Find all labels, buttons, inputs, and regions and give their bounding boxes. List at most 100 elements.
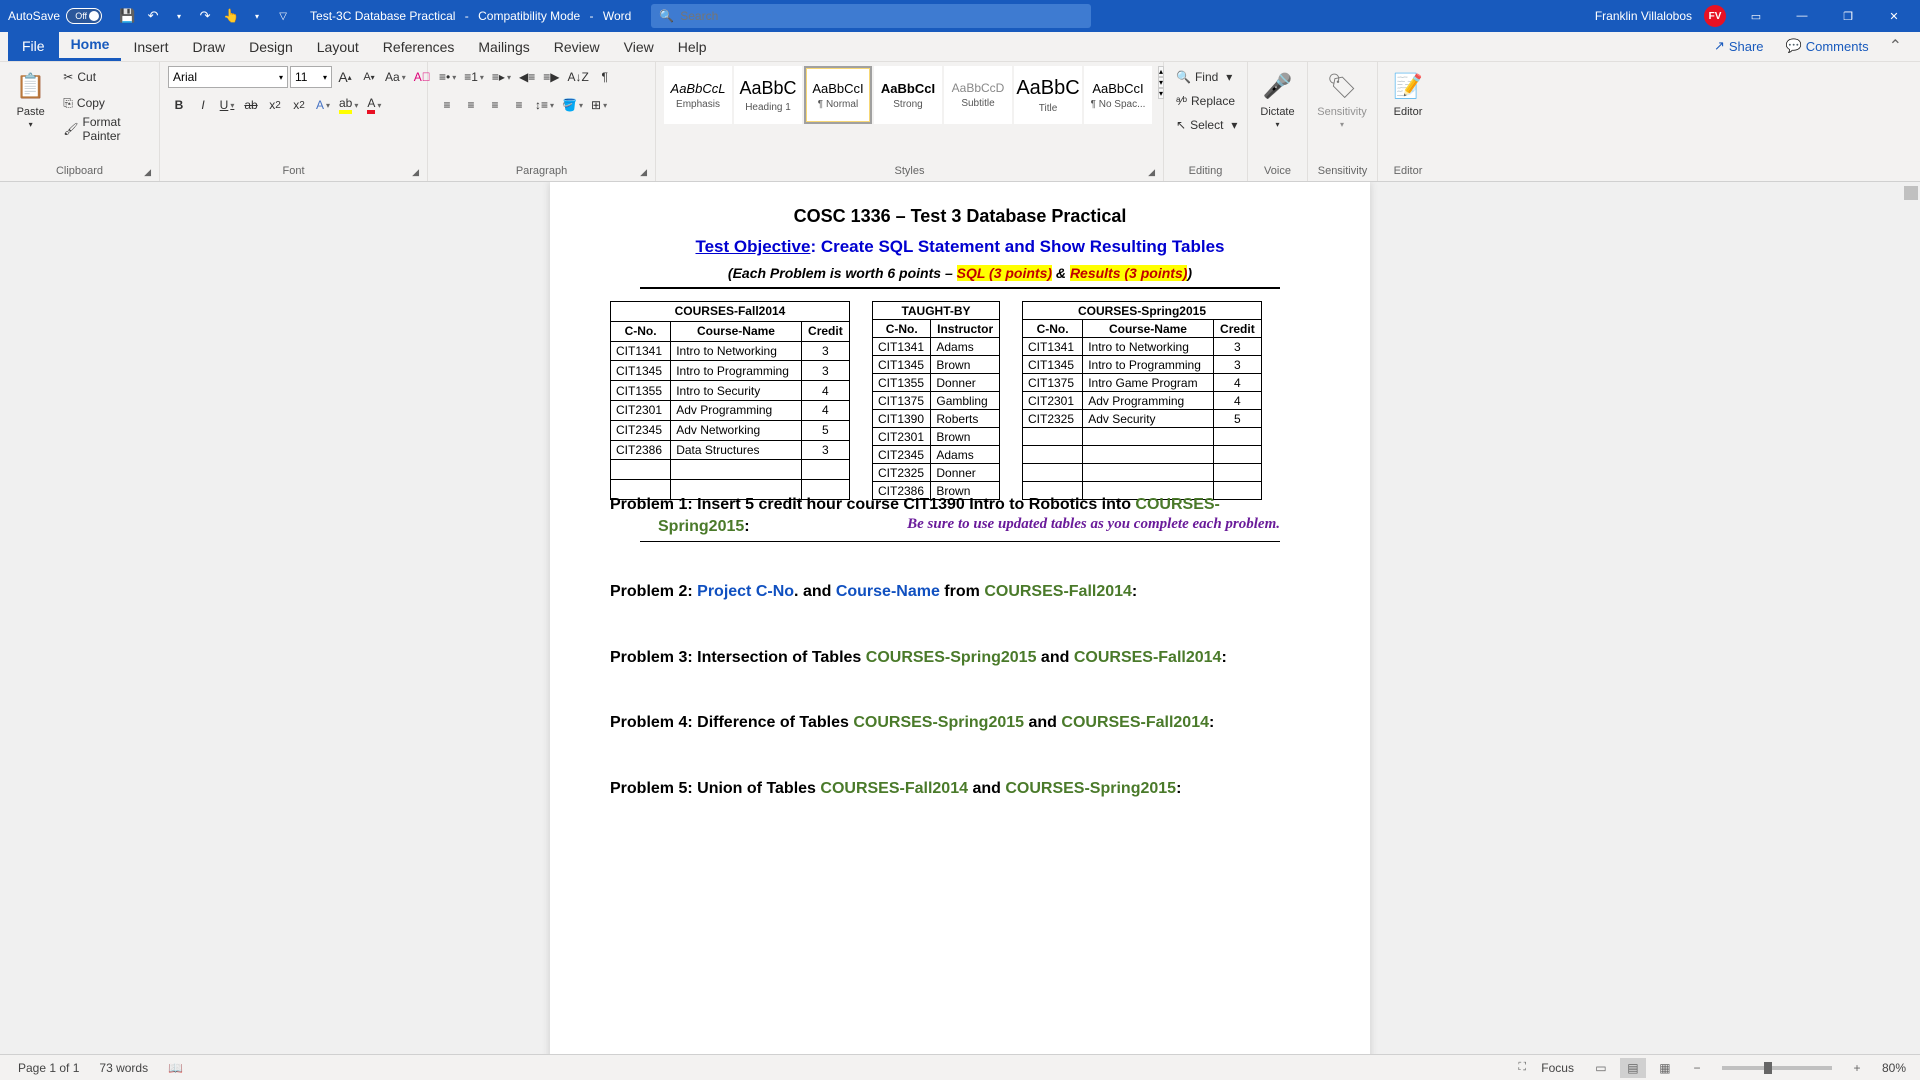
tab-review[interactable]: Review [542,33,612,61]
touch-caret[interactable]: ▾ [246,5,268,27]
replace-button[interactable]: ᵃ⁄ᵇReplace [1172,90,1239,112]
save-icon[interactable]: 💾 [116,5,138,27]
paragraph-launcher-icon[interactable]: ◢ [640,167,647,178]
superscript-icon[interactable]: x2 [288,94,310,116]
sensitivity-button[interactable]: 🏷Sensitivity▾ [1316,66,1368,134]
read-mode-icon[interactable]: ▭ [1588,1058,1614,1078]
undo-icon[interactable]: ↶ [142,5,164,27]
change-case-icon[interactable]: Aa▾ [382,66,409,88]
styles-launcher-icon[interactable]: ◢ [1148,167,1155,178]
comments-button[interactable]: 💬Comments [1776,31,1879,61]
style-title[interactable]: AaBbCTitle [1014,66,1082,124]
tab-design[interactable]: Design [237,33,305,61]
tab-home[interactable]: Home [59,30,122,61]
cut-button[interactable]: ✂Cut [59,66,151,88]
search-input[interactable] [680,9,1083,23]
undo-caret[interactable]: ▾ [168,5,190,27]
find-button[interactable]: 🔍Find▾ [1172,66,1236,88]
autosave-toggle[interactable]: AutoSave Off [0,8,110,24]
document-title: Test-3C Database Practical - Compatibili… [310,9,631,23]
editor-button[interactable]: 📝Editor [1386,66,1430,122]
increase-indent-icon[interactable]: ≡▶ [540,66,562,88]
tab-layout[interactable]: Layout [305,33,371,61]
show-marks-icon[interactable]: ¶ [594,66,616,88]
focus-label[interactable]: Focus [1541,1061,1574,1075]
vertical-scrollbar[interactable] [1902,182,1920,1054]
microphone-icon: 🎤 [1262,70,1294,102]
style-emphasis[interactable]: AaBbCcLEmphasis [664,66,732,124]
table-taught-by: TAUGHT-BYC-No.InstructorCIT1341AdamsCIT1… [872,301,1000,500]
underline-icon[interactable]: U▾ [216,94,238,116]
tab-insert[interactable]: Insert [121,33,180,61]
style-heading1[interactable]: AaBbCHeading 1 [734,66,802,124]
sort-icon[interactable]: A↓Z [564,66,591,88]
font-launcher-icon[interactable]: ◢ [412,167,419,178]
search-box[interactable]: 🔍 [651,4,1091,28]
tab-draw[interactable]: Draw [180,33,237,61]
qat-customize-icon[interactable]: ▽ [272,5,294,27]
shrink-font-icon[interactable]: A▾ [358,66,380,88]
bullets-icon[interactable]: ≡•▾ [436,66,459,88]
focus-mode-button[interactable]: ⛶ [1509,1058,1535,1078]
tab-view[interactable]: View [612,33,666,61]
maximize-icon[interactable]: ❐ [1826,0,1870,32]
align-center-icon[interactable]: ≡ [460,94,482,116]
style-gallery[interactable]: AaBbCcLEmphasisAaBbCHeading 1AaBbCcI¶ No… [664,66,1152,124]
status-words[interactable]: 73 words [89,1061,158,1075]
minimize-icon[interactable]: ― [1780,0,1824,32]
tab-mailings[interactable]: Mailings [466,33,541,61]
collapse-ribbon-icon[interactable]: ⌃ [1881,31,1910,61]
font-name-select[interactable]: Arial▾ [168,66,288,88]
italic-icon[interactable]: I [192,94,214,116]
font-color-icon[interactable]: A▾ [363,94,385,116]
spellcheck-icon[interactable]: 📖 [158,1061,193,1075]
zoom-out-icon[interactable]: − [1684,1058,1710,1078]
text-effects-icon[interactable]: A▾ [312,94,334,116]
avatar[interactable]: FV [1704,5,1726,27]
ribbon-display-icon[interactable]: ▭ [1734,0,1778,32]
zoom-in-icon[interactable]: + [1844,1058,1870,1078]
zoom-slider[interactable] [1722,1066,1832,1070]
copy-button[interactable]: ⎘Copy [59,92,151,114]
dictate-button[interactable]: 🎤Dictate▾ [1256,66,1299,134]
style-nospac[interactable]: AaBbCcI¶ No Spac... [1084,66,1152,124]
tab-file[interactable]: File [8,31,59,61]
close-icon[interactable]: ✕ [1872,0,1916,32]
align-right-icon[interactable]: ≡ [484,94,506,116]
style-strong[interactable]: AaBbCcIStrong [874,66,942,124]
share-button[interactable]: ↗Share [1704,31,1774,61]
align-left-icon[interactable]: ≡ [436,94,458,116]
borders-icon[interactable]: ⊞▾ [588,94,610,116]
select-button[interactable]: ↖Select▾ [1172,114,1241,136]
decrease-indent-icon[interactable]: ◀≡ [516,66,538,88]
user-name[interactable]: Franklin Villalobos [1595,9,1692,23]
share-icon: ↗ [1714,38,1725,54]
strikethrough-icon[interactable]: ab [240,94,262,116]
paste-icon: 📋 [15,70,47,102]
line-spacing-icon[interactable]: ↕≡▾ [532,94,557,116]
document-area: COSC 1336 – Test 3 Database Practical Te… [0,182,1920,1054]
document-page[interactable]: COSC 1336 – Test 3 Database Practical Te… [550,182,1370,1054]
font-size-select[interactable]: 11▾ [290,66,332,88]
redo-icon[interactable]: ↷ [194,5,216,27]
bold-icon[interactable]: B [168,94,190,116]
highlight-icon[interactable]: ab▾ [336,94,361,116]
shading-icon[interactable]: 🪣▾ [559,94,586,116]
format-painter-button[interactable]: 🖌Format Painter [59,118,151,140]
justify-icon[interactable]: ≡ [508,94,530,116]
touch-mode-icon[interactable]: 👆 [220,5,242,27]
clipboard-launcher-icon[interactable]: ◢ [144,167,151,178]
print-layout-icon[interactable]: ▤ [1620,1058,1646,1078]
style-normal[interactable]: AaBbCcI¶ Normal [804,66,872,124]
web-layout-icon[interactable]: ▦ [1652,1058,1678,1078]
subscript-icon[interactable]: x2 [264,94,286,116]
tab-references[interactable]: References [371,33,467,61]
paste-button[interactable]: 📋 Paste▾ [8,66,53,134]
zoom-level[interactable]: 80% [1882,1061,1906,1075]
style-subtitle[interactable]: AaBbCcDSubtitle [944,66,1012,124]
tab-help[interactable]: Help [666,33,719,61]
grow-font-icon[interactable]: A▴ [334,66,356,88]
status-page[interactable]: Page 1 of 1 [8,1061,89,1075]
numbering-icon[interactable]: ≡1▾ [461,66,487,88]
multilevel-icon[interactable]: ≡▸▾ [489,66,514,88]
